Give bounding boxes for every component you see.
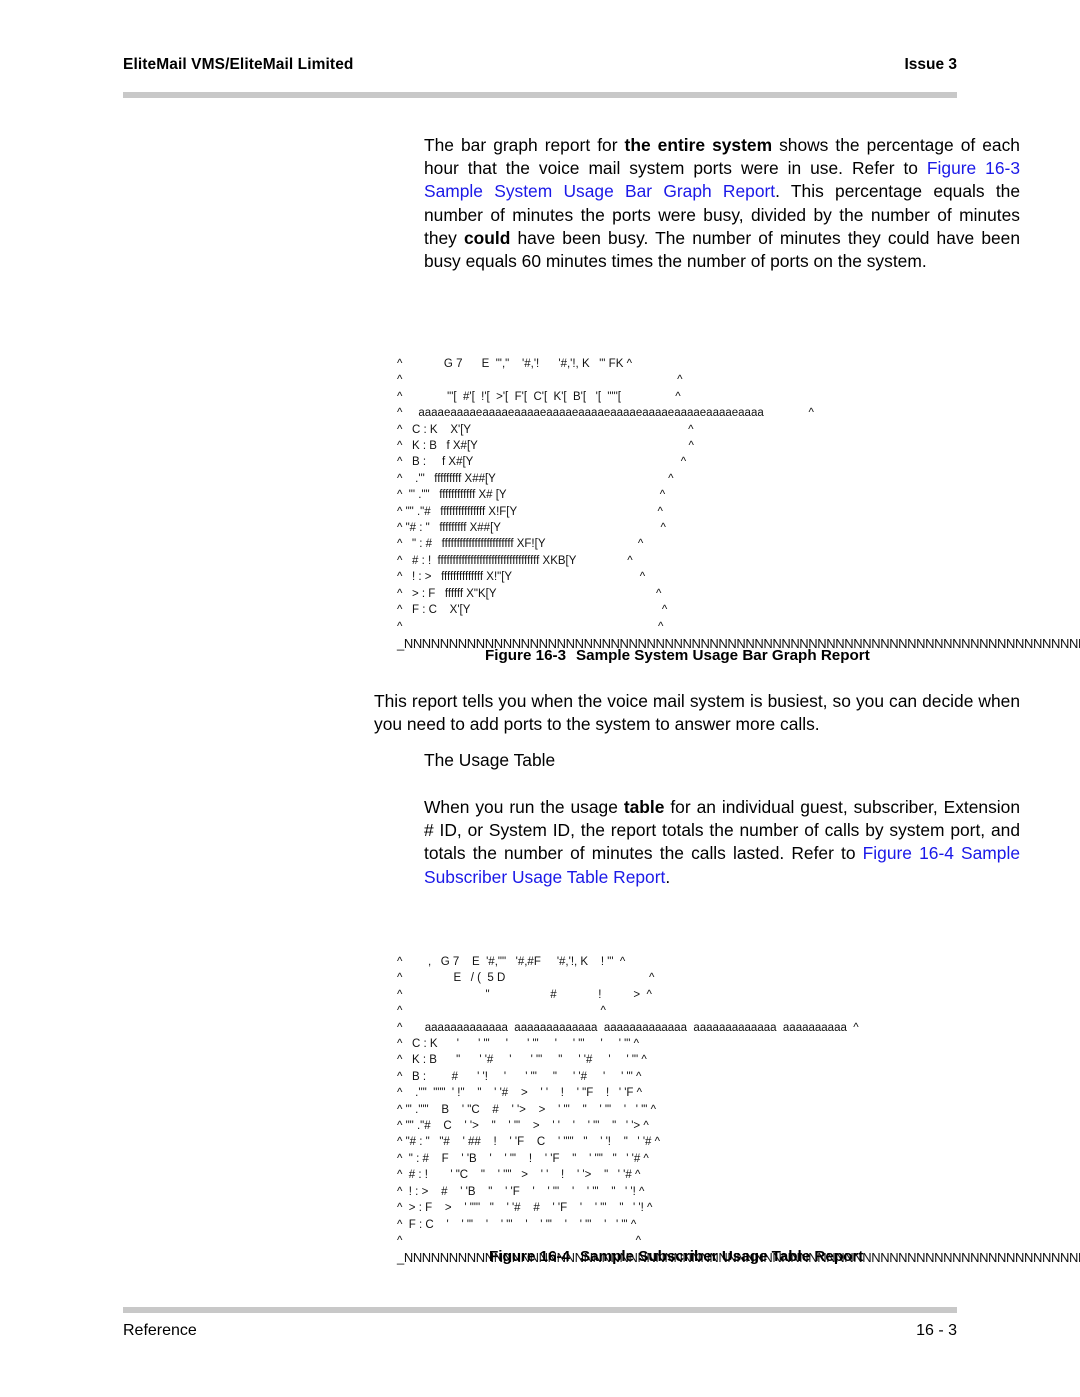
- emphasis-text: the entire system: [624, 135, 773, 155]
- paragraph-usage-table: When you run the usage table for an indi…: [424, 796, 1020, 889]
- ascii-art-row: ^ " : # ffffffffffffffffffffffff XF![Y ^: [397, 538, 644, 551]
- paragraph-bar-graph-intro: The bar graph report for the entire syst…: [424, 134, 1020, 273]
- header-divider-rule: [123, 92, 957, 98]
- ascii-art-row: ^ ! : > # ' 'B " ' 'F ' ' "' ' ' "' " ' …: [397, 1185, 645, 1198]
- page-footer: Reference 16 - 3: [123, 1322, 957, 1340]
- ascii-art-row: ^ F : C ' ' "' ' ' "' ' ' "' ' ' "' ' ' …: [397, 1218, 637, 1231]
- figure-16-3-caption: Figure 16-3 Sample System Usage Bar Graph…: [485, 647, 870, 664]
- body-text-run: This report tells you when the voice mai…: [374, 691, 1020, 735]
- subheading-the-usage-table: The Usage Table: [424, 750, 556, 770]
- ascii-art-row: ^ K : B f X#[Y ^: [397, 440, 694, 453]
- ascii-art-row: ^ > : F ffffff X"K[Y ^: [397, 587, 662, 600]
- page-header: EliteMail VMS/EliteMail Limited Issue 3: [123, 56, 957, 74]
- body-text-run: The bar graph report for: [424, 135, 625, 155]
- ascii-art-row: ^ "# : " "# ' ## ! ' 'F C ' ""' " ' '! "…: [397, 1136, 660, 1149]
- footer-divider-rule: [123, 1307, 957, 1313]
- ascii-art-row: ^ C : K ' ' "' ' ' "' ' ' "' ' ' "' ^: [397, 1038, 639, 1051]
- ascii-art-row: ^ " # ! > ^: [397, 988, 652, 1001]
- ascii-art-row: ^ B : # ' '! ' ' "' " ' '# ' ' "' ^: [397, 1070, 642, 1083]
- footer-section-label: Reference: [123, 1322, 197, 1339]
- ascii-art-row: ^ "# : " fffffffff X##[Y ^: [397, 522, 666, 535]
- ascii-art-row: ^ "" ."# fffffffffffffff X!F[Y ^: [397, 505, 663, 518]
- ascii-art-row: ^ "'[ #'[ !'[ >'[ F'[ C'[ K'[ B'[ '[ ""'…: [397, 390, 681, 403]
- header-issue-label: Issue 3: [904, 56, 957, 73]
- emphasis-text: table: [623, 797, 665, 817]
- figure-16-3-caption-number: Figure 16-3: [485, 647, 567, 664]
- ascii-art-row: ^ ! : > ffffffffffffff X!"[Y ^: [397, 571, 646, 584]
- ascii-art-row: ^ " : # F ' 'B ' ' "' ! ' 'F " ' '"' " '…: [397, 1152, 649, 1165]
- ascii-art-row: ^ B : f X#[Y ^: [397, 456, 687, 469]
- figure-16-4-caption-text: Sample Subscriber Usage Table Report: [580, 1248, 864, 1265]
- ascii-art-row: ^ ^: [397, 1005, 606, 1018]
- ascii-art-row: ^ # : ! ffffffffffffffffffffffffffffffff…: [397, 554, 633, 567]
- body-text-run: have been busy. The number of minutes th…: [424, 227, 1021, 272]
- paragraph-report-busiest: This report tells you when the voice mai…: [374, 690, 1020, 736]
- figure-16-4-caption: Figure 16-4 Sample Subscriber Usage Table…: [489, 1248, 863, 1265]
- footer-page-number: 16 - 3: [916, 1322, 957, 1339]
- emphasis-text: could: [463, 227, 511, 248]
- ascii-art-row: ^ C : K X'[Y ^: [397, 423, 694, 436]
- header-title: EliteMail VMS/EliteMail Limited: [123, 56, 354, 73]
- ascii-art-row: ^ "' ."" ffffffffffff X# [Y ^: [397, 489, 666, 502]
- figure-16-3-caption-text: Sample System Usage Bar Graph Report: [576, 647, 870, 664]
- ascii-art-row: ^ "" ."# C ' '> " ' '" > ' ' ' ' "' " ' …: [397, 1120, 649, 1133]
- figure-16-4-ascii-art: ^ , G 7 E '#,"" '#,#F '#,'!, K ! "' ^ ^ E…: [397, 954, 1080, 1266]
- ascii-art-row: ^ F : C X'[Y ^: [397, 604, 668, 617]
- figure-16-4-caption-number: Figure 16-4: [489, 1248, 571, 1265]
- ascii-art-row: ^ K : B " ' '# ' ' "' " ' '# ' ' "' ^: [397, 1054, 647, 1067]
- ascii-art-row: ^ E / ( 5 D ^: [397, 972, 655, 985]
- ascii-art-row: ^ ^: [397, 620, 664, 633]
- ascii-art-row: ^ .'"' """ ' !" " ' '# > ' ' ! ' "F ! ' …: [397, 1087, 643, 1100]
- document-page: EliteMail VMS/EliteMail Limited Issue 3 …: [0, 0, 1080, 1397]
- body-text-run: .: [665, 866, 671, 887]
- body-text-run: When you run the usage: [424, 797, 624, 817]
- figure-16-3-ascii-art: ^ G 7 E "'," '#,'! '#,'!, K "' FK ^ ^ ^ ^ …: [397, 356, 1080, 652]
- ascii-art-row: ^ ^: [397, 374, 683, 387]
- ascii-art-row: ^ > : F > ' ""' " ' '# # ' 'F ' ' "' " '…: [397, 1202, 653, 1215]
- ascii-art-row: ^ aaaaeaaaaeaaaaeaaaaeaaaaeaaaaeaaaaeaaa…: [397, 407, 814, 420]
- ascii-art-row: ^ "' .'"" B ' "C # ' '> > ' "' " ' '" ' …: [397, 1103, 656, 1116]
- ascii-art-row: ^ aaaaaaaaaaaaa aaaaaaaaaaaaa aaaaaaaaaa…: [397, 1021, 859, 1034]
- ascii-art-row: ^ , G 7 E '#,"" '#,#F '#,'!, K ! "' ^: [397, 956, 626, 968]
- ascii-art-row: ^ # : ! ' "C " ' '"' > ' ' ! ' '> " ' '#…: [397, 1169, 641, 1182]
- ascii-art-row: ^ ^: [397, 1234, 642, 1247]
- ascii-art-row: ^ G 7 E "'," '#,'! '#,'!, K "' FK ^: [397, 358, 632, 370]
- ascii-art-row: ^ .'" fffffffff X##[Y ^: [397, 472, 674, 485]
